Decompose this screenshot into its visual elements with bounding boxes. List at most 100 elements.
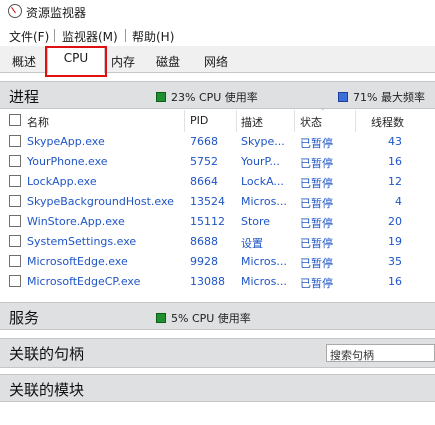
process-description: Skype...	[241, 135, 285, 148]
process-status: 已暂停	[300, 197, 333, 210]
title-bar: 资源监视器	[0, 0, 435, 24]
process-name: MicrosoftEdgeCP.exe	[27, 275, 141, 288]
column-header-name[interactable]: 名称	[27, 114, 49, 130]
process-threads: 35	[388, 255, 402, 268]
process-name: WinStore.App.exe	[27, 215, 125, 228]
column-header-description[interactable]: 描述	[241, 114, 263, 130]
cpu-usage-metric: 23% CPU 使用率	[156, 89, 258, 105]
table-row[interactable]: SkypeBackgroundHost.exe 13524 Micros... 已暂停…	[0, 192, 435, 212]
process-table: 名称 PID 描述 状态 线程数 SkypeApp.exe 7668 Skype..…	[0, 110, 435, 296]
modules-title: 关联的模块	[9, 381, 85, 399]
processes-title: 进程	[9, 88, 40, 106]
services-title: 服务	[9, 309, 40, 327]
resource-monitor-icon	[8, 4, 22, 18]
table-header: 名称 PID 描述 状态 线程数	[0, 110, 435, 132]
process-pid: 13524	[190, 195, 225, 208]
select-all-checkbox[interactable]	[9, 114, 21, 126]
process-description: Store	[241, 215, 271, 228]
process-description: Micros...	[241, 275, 287, 288]
process-threads: 12	[388, 175, 402, 188]
section-gap	[0, 330, 435, 338]
services-cpu-swatch-icon	[156, 313, 166, 323]
row-checkbox[interactable]	[9, 275, 21, 287]
processes-section-header[interactable]: 进程 23% CPU 使用率 71% 最大频率	[0, 81, 435, 109]
process-name: LockApp.exe	[27, 175, 97, 188]
tab-network[interactable]: 网络	[196, 50, 236, 72]
process-status: 已暂停	[300, 277, 333, 290]
process-pid: 7668	[190, 135, 218, 148]
row-checkbox[interactable]	[9, 135, 21, 147]
max-frequency-swatch-icon	[338, 92, 348, 102]
table-row[interactable]: SkypeApp.exe 7668 Skype... 已暂停 43	[0, 132, 435, 152]
process-threads: 20	[388, 215, 402, 228]
process-pid: 5752	[190, 155, 218, 168]
process-threads: 16	[388, 275, 402, 288]
process-name: SystemSettings.exe	[27, 235, 137, 248]
row-checkbox[interactable]	[9, 155, 21, 167]
table-row[interactable]: MicrosoftEdgeCP.exe 13088 Micros... 已暂停 16	[0, 272, 435, 292]
column-divider[interactable]	[184, 110, 185, 132]
column-divider[interactable]	[355, 110, 356, 132]
menu-separator	[54, 29, 55, 42]
tab-memory[interactable]: 内存	[106, 50, 140, 72]
table-row[interactable]: YourPhone.exe 5752 YourP... 已暂停 16	[0, 152, 435, 172]
process-name: SkypeApp.exe	[27, 135, 105, 148]
column-divider[interactable]	[294, 110, 295, 132]
process-status: 已暂停	[300, 237, 333, 250]
column-divider[interactable]	[236, 110, 237, 132]
menu-separator	[125, 29, 126, 42]
row-checkbox[interactable]	[9, 175, 21, 187]
services-cpu-text: 5% CPU 使用率	[171, 312, 251, 325]
handles-title: 关联的句柄	[9, 345, 85, 363]
row-checkbox[interactable]	[9, 215, 21, 227]
column-header-status[interactable]: 状态	[300, 114, 322, 130]
menu-bar: 文件(F) 监视器(M) 帮助(H)	[0, 24, 435, 46]
process-threads: 16	[388, 155, 402, 168]
process-pid: 9928	[190, 255, 218, 268]
cpu-usage-swatch-icon	[156, 92, 166, 102]
table-row[interactable]: MicrosoftEdge.exe 9928 Micros... 已暂停 35	[0, 252, 435, 272]
process-name: SkypeBackgroundHost.exe	[27, 195, 174, 208]
tab-cpu[interactable]: CPU	[47, 47, 105, 73]
process-name: MicrosoftEdge.exe	[27, 255, 128, 268]
process-status: 已暂停	[300, 217, 333, 230]
table-row[interactable]: SystemSettings.exe 8688 设置 已暂停 19	[0, 232, 435, 252]
table-row[interactable]: LockApp.exe 8664 LockA... 已暂停 12	[0, 172, 435, 192]
process-threads: 19	[388, 235, 402, 248]
process-threads: 4	[395, 195, 402, 208]
process-status: 已暂停	[300, 177, 333, 190]
column-header-threads[interactable]: 线程数	[371, 114, 404, 130]
row-checkbox[interactable]	[9, 235, 21, 247]
process-status: 已暂停	[300, 157, 333, 170]
process-description: YourP...	[241, 155, 280, 168]
process-description: 设置	[241, 237, 263, 250]
row-checkbox[interactable]	[9, 255, 21, 267]
modules-section-header[interactable]: 关联的模块	[0, 374, 435, 402]
process-threads: 43	[388, 135, 402, 148]
window-title: 资源监视器	[26, 6, 87, 20]
table-row[interactable]: WinStore.App.exe 15112 Store 已暂停 20	[0, 212, 435, 232]
cpu-usage-text: 23% CPU 使用率	[171, 91, 258, 104]
process-pid: 13088	[190, 275, 225, 288]
process-pid: 15112	[190, 215, 225, 228]
handle-search-input[interactable]: 搜索句柄	[326, 344, 435, 362]
process-description: LockA...	[241, 175, 284, 188]
tab-overview[interactable]: 概述	[4, 50, 44, 72]
process-pid: 8688	[190, 235, 218, 248]
services-section-header[interactable]: 服务 5% CPU 使用率	[0, 302, 435, 330]
max-frequency-text: 71% 最大频率	[353, 91, 425, 104]
column-header-pid[interactable]: PID	[190, 114, 208, 127]
process-status: 已暂停	[300, 257, 333, 270]
menu-help[interactable]: 帮助(H)	[132, 28, 174, 45]
row-checkbox[interactable]	[9, 195, 21, 207]
tab-bar: 概述 CPU 内存 磁盘 网络	[0, 46, 435, 73]
services-cpu-metric: 5% CPU 使用率	[156, 310, 251, 326]
menu-file[interactable]: 文件(F)	[9, 28, 49, 45]
process-description: Micros...	[241, 195, 287, 208]
process-name: YourPhone.exe	[27, 155, 108, 168]
process-status: 已暂停	[300, 137, 333, 150]
menu-monitor[interactable]: 监视器(M)	[62, 28, 118, 45]
process-description: Micros...	[241, 255, 287, 268]
process-pid: 8664	[190, 175, 218, 188]
tab-disk[interactable]: 磁盘	[149, 50, 187, 72]
